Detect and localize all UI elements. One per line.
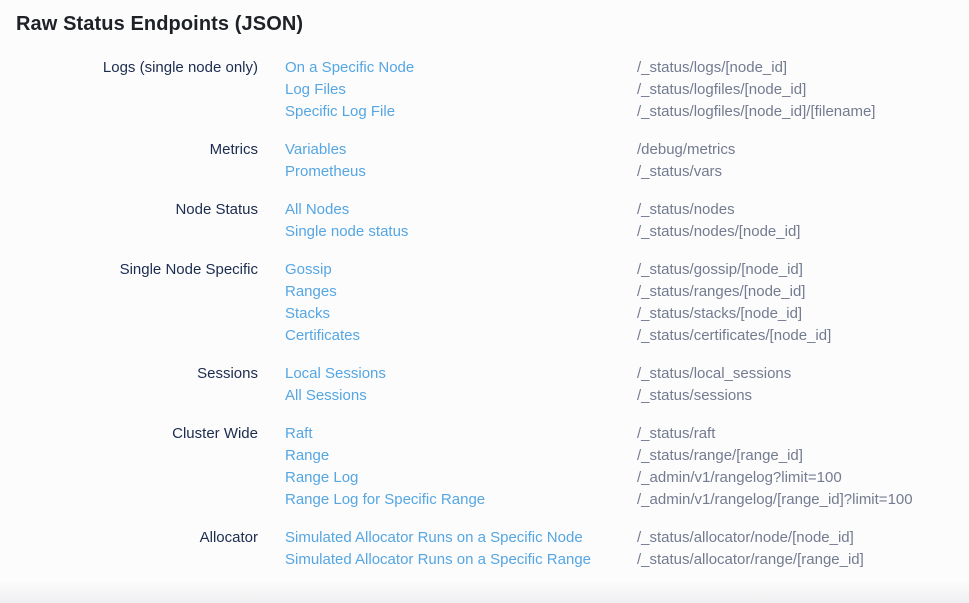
endpoint-link[interactable]: On a Specific Node [285,57,637,79]
endpoint-section: Metrics VariablesPrometheus /debug/metri… [0,139,969,183]
endpoint-path: /_status/allocator/node/[node_id] [637,527,969,549]
endpoint-section: Allocator Simulated Allocator Runs on a … [0,527,969,571]
section-category-label: Metrics [0,139,258,183]
section-links: On a Specific NodeLog FilesSpecific Log … [258,57,637,123]
section-paths: /_status/gossip/[node_id]/_status/ranges… [637,259,969,347]
section-category-label: Sessions [0,363,258,407]
endpoint-link[interactable]: Prometheus [285,161,637,183]
section-links: VariablesPrometheus [258,139,637,183]
endpoint-link[interactable]: All Sessions [285,385,637,407]
section-paths: /_status/local_sessions/_status/sessions [637,363,969,407]
page-bottom-strip [0,581,969,603]
endpoint-path: /_status/range/[range_id] [637,445,969,467]
endpoint-link[interactable]: Stacks [285,303,637,325]
endpoint-link[interactable]: Log Files [285,79,637,101]
page-title: Raw Status Endpoints (JSON) [0,0,969,36]
section-category-label: Logs (single node only) [0,57,258,123]
endpoint-link[interactable]: Range Log for Specific Range [285,489,637,511]
endpoint-link[interactable]: Local Sessions [285,363,637,385]
endpoint-link[interactable]: Simulated Allocator Runs on a Specific R… [285,549,637,571]
endpoint-section: Cluster Wide RaftRangeRange LogRange Log… [0,423,969,511]
endpoint-path: /_status/stacks/[node_id] [637,303,969,325]
endpoint-path: /_status/gossip/[node_id] [637,259,969,281]
endpoint-path: /_status/ranges/[node_id] [637,281,969,303]
endpoint-link[interactable]: Specific Log File [285,101,637,123]
section-category-label: Allocator [0,527,258,571]
section-paths: /_status/nodes/_status/nodes/[node_id] [637,199,969,243]
endpoint-section: Node Status All NodesSingle node status … [0,199,969,243]
endpoint-path: /_status/nodes/[node_id] [637,221,969,243]
section-paths: /_status/allocator/node/[node_id]/_statu… [637,527,969,571]
endpoint-section: Single Node Specific GossipRangesStacksC… [0,259,969,347]
endpoint-path: /debug/metrics [637,139,969,161]
endpoint-link[interactable]: Certificates [285,325,637,347]
section-links: GossipRangesStacksCertificates [258,259,637,347]
endpoint-section: Sessions Local SessionsAll Sessions /_st… [0,363,969,407]
endpoint-link[interactable]: Gossip [285,259,637,281]
section-links: Local SessionsAll Sessions [258,363,637,407]
section-category-label: Cluster Wide [0,423,258,511]
endpoint-path: /_admin/v1/rangelog/[range_id]?limit=100 [637,489,969,511]
section-paths: /_status/raft/_status/range/[range_id]/_… [637,423,969,511]
endpoint-link[interactable]: Variables [285,139,637,161]
section-links: Simulated Allocator Runs on a Specific N… [258,527,637,571]
endpoint-link[interactable]: Simulated Allocator Runs on a Specific N… [285,527,637,549]
endpoint-path: /_status/local_sessions [637,363,969,385]
endpoint-link[interactable]: All Nodes [285,199,637,221]
endpoint-path: /_status/certificates/[node_id] [637,325,969,347]
endpoints-table: Logs (single node only) On a Specific No… [0,57,969,571]
endpoint-path: /_status/sessions [637,385,969,407]
endpoint-path: /_status/raft [637,423,969,445]
endpoint-path: /_status/logfiles/[node_id]/[filename] [637,101,969,123]
section-category-label: Single Node Specific [0,259,258,347]
section-paths: /_status/logs/[node_id]/_status/logfiles… [637,57,969,123]
endpoint-link[interactable]: Single node status [285,221,637,243]
raw-status-endpoints-page: Raw Status Endpoints (JSON) Logs (single… [0,0,969,603]
endpoint-path: /_status/allocator/range/[range_id] [637,549,969,571]
endpoint-path: /_status/logs/[node_id] [637,57,969,79]
endpoint-link[interactable]: Range [285,445,637,467]
endpoint-path: /_admin/v1/rangelog?limit=100 [637,467,969,489]
section-paths: /debug/metrics/_status/vars [637,139,969,183]
endpoint-section: Logs (single node only) On a Specific No… [0,57,969,123]
section-links: All NodesSingle node status [258,199,637,243]
section-links: RaftRangeRange LogRange Log for Specific… [258,423,637,511]
endpoint-link[interactable]: Raft [285,423,637,445]
endpoint-path: /_status/vars [637,161,969,183]
section-category-label: Node Status [0,199,258,243]
endpoint-link[interactable]: Range Log [285,467,637,489]
endpoint-path: /_status/logfiles/[node_id] [637,79,969,101]
endpoint-link[interactable]: Ranges [285,281,637,303]
endpoint-path: /_status/nodes [637,199,969,221]
